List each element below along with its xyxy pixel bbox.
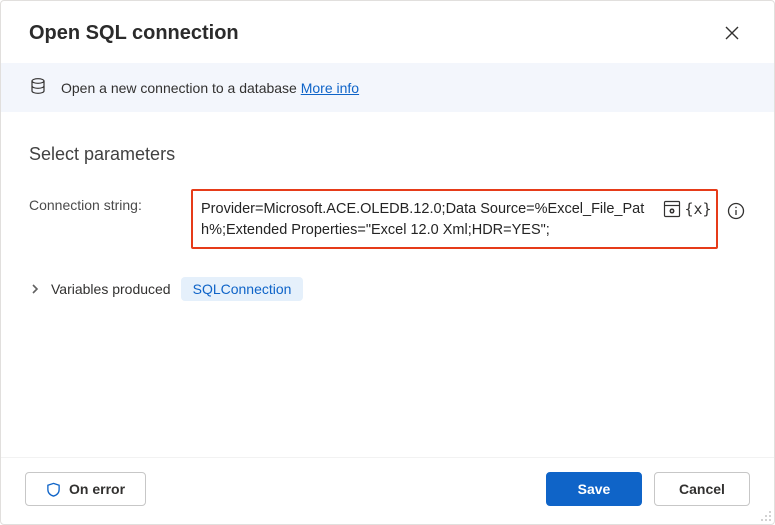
insert-variable-button[interactable]: {x} [688,199,708,219]
info-text: Open a new connection to a database More… [61,80,359,96]
settings-box-icon [663,200,681,218]
info-bar: Open a new connection to a database More… [1,63,774,112]
variable-badge-sqlconnection[interactable]: SQLConnection [181,277,304,301]
on-error-label: On error [69,481,125,497]
resize-grip-icon[interactable] [760,510,772,522]
info-icon [727,202,745,220]
database-icon [29,77,47,98]
connection-string-row: Connection string: Provider=Microsoft.AC… [29,189,746,249]
connection-string-field[interactable]: Provider=Microsoft.ACE.OLEDB.12.0;Data S… [191,189,718,249]
shield-icon [46,482,61,497]
more-info-link[interactable]: More info [301,80,359,96]
info-text-content: Open a new connection to a database [61,80,301,96]
connection-string-value: Provider=Microsoft.ACE.OLEDB.12.0;Data S… [201,197,656,241]
cancel-button[interactable]: Cancel [654,472,750,506]
variables-produced-label: Variables produced [51,281,171,297]
variables-produced-row: Variables produced SQLConnection [29,277,746,301]
dialog-body: Select parameters Connection string: Pro… [1,112,774,457]
save-button[interactable]: Save [546,472,642,506]
dialog-title: Open SQL connection [29,22,239,45]
dialog-footer: On error Save Cancel [1,457,774,524]
data-link-builder-button[interactable] [662,199,682,219]
on-error-button[interactable]: On error [25,472,146,506]
section-title: Select parameters [29,144,746,165]
dialog-open-sql-connection: Open SQL connection Open a new connectio… [0,0,775,525]
close-button[interactable] [718,19,746,47]
connection-string-label: Connection string: [29,189,179,213]
chevron-right-icon [29,283,41,295]
field-info-button[interactable] [726,201,746,221]
close-icon [725,26,739,40]
dialog-header: Open SQL connection [1,1,774,63]
variables-expand-toggle[interactable] [29,283,41,295]
